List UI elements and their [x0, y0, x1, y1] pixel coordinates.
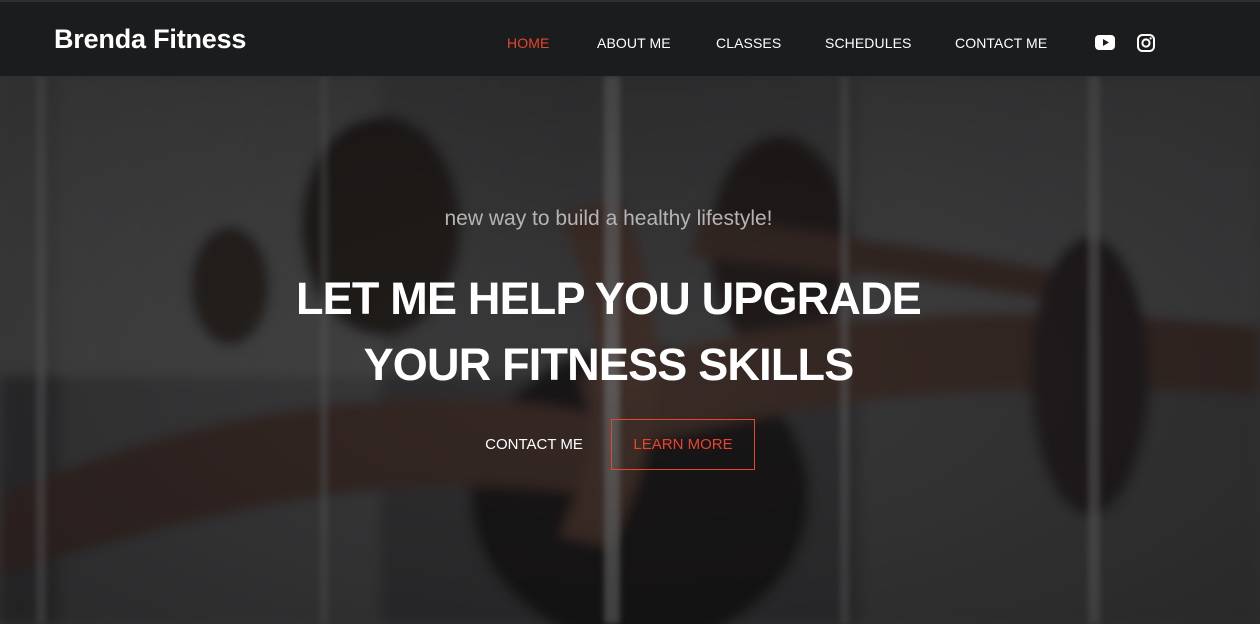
hero-tagline: new way to build a healthy lifestyle! — [444, 207, 773, 230]
nav-item-contact-me[interactable]: CONTACT ME — [955, 35, 1047, 51]
nav-item-classes[interactable]: CLASSES — [716, 35, 781, 51]
youtube-icon[interactable] — [1095, 35, 1115, 55]
instagram-icon[interactable] — [1137, 34, 1155, 57]
brand-logo[interactable]: Brenda Fitness — [54, 24, 246, 55]
site-header: Brenda Fitness HOME ABOUT ME CLASSES SCH… — [0, 0, 1260, 76]
nav-item-home[interactable]: HOME — [507, 35, 549, 51]
nav-item-about-me[interactable]: ABOUT ME — [597, 35, 671, 51]
hero-headline-line-1: LET ME HELP YOU UPGRADE — [295, 273, 922, 324]
hero-section: new way to build a healthy lifestyle! LE… — [0, 76, 1260, 624]
hero-headline: LET ME HELP YOU UPGRADE YOUR FITNESS SKI… — [0, 266, 1217, 398]
hero-headline-line-2: YOUR FITNESS SKILLS — [363, 339, 855, 390]
nav-item-schedules[interactable]: SCHEDULES — [825, 35, 911, 51]
learn-more-button[interactable]: LEARN MORE — [611, 419, 755, 470]
contact-me-button[interactable]: CONTACT ME — [474, 419, 594, 471]
